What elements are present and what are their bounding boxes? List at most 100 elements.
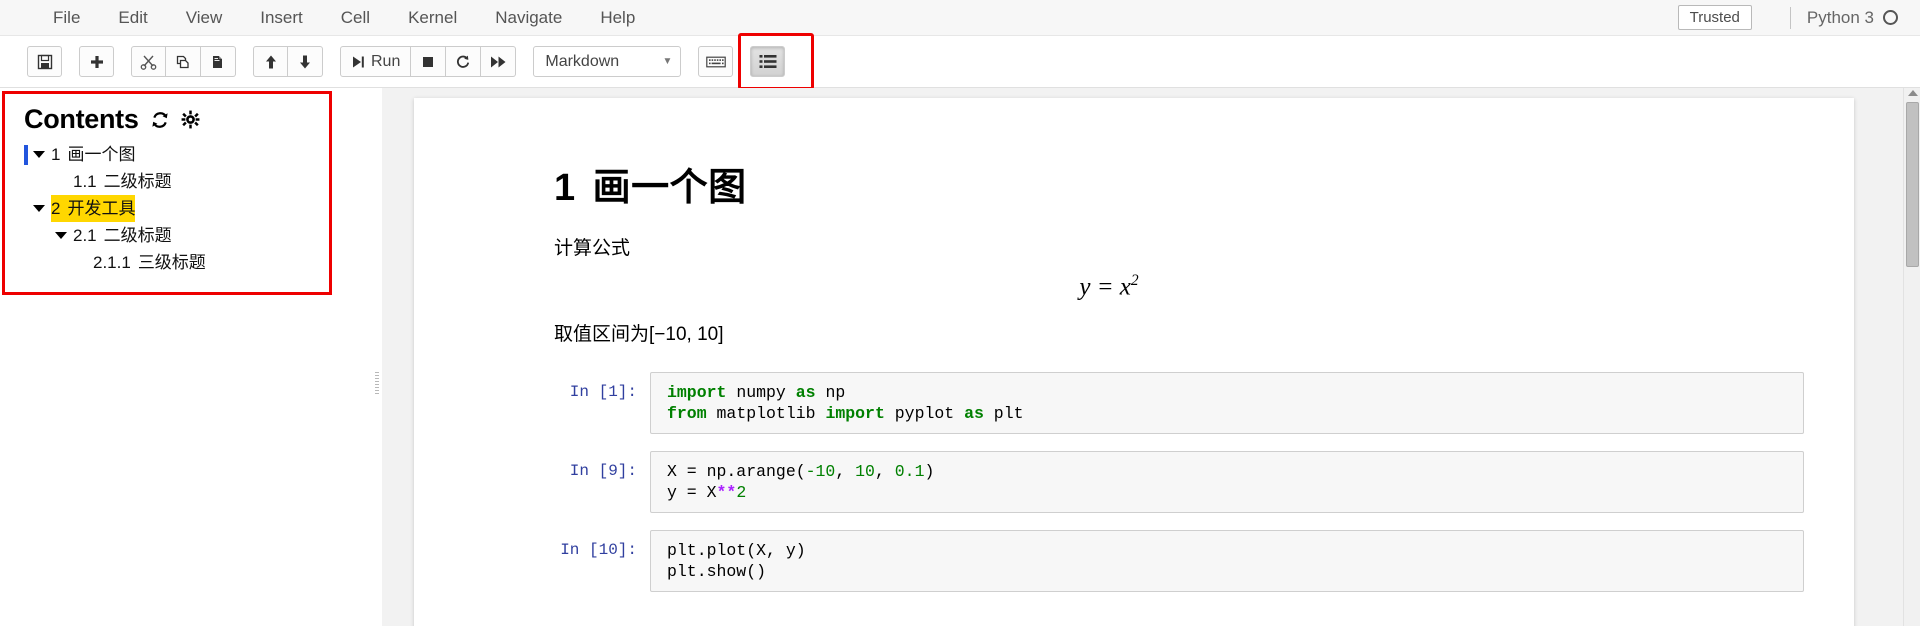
markdown-paragraph-2: 取值区间为[−10, 10] [554, 324, 724, 346]
code-token: matplotlib [706, 404, 826, 424]
gear-icon[interactable] [181, 110, 200, 129]
markdown-heading-1: 1 画一个图 [554, 156, 1804, 211]
run-icon [351, 55, 366, 69]
code-token: 10 [855, 462, 875, 482]
cell-source-code[interactable]: X = np.arange(-10, 10, 0.1) y = X**2 [667, 461, 1797, 503]
cell-gutter [651, 540, 667, 582]
command-palette-button[interactable] [698, 46, 734, 77]
save-button[interactable] [27, 46, 62, 77]
toc-item-number: 2.1.1 [93, 253, 131, 272]
cell-input-area[interactable]: X = np.arange(-10, 10, 0.1) y = X**2 [650, 451, 1804, 514]
toc-item-number: 1.1 [73, 172, 97, 191]
code-token: as [964, 404, 984, 424]
caret-down-icon[interactable] [55, 232, 67, 239]
code-line: from matplotlib import pyplot as plt [667, 403, 1797, 424]
code-cell[interactable]: In [10]: plt.plot(X, y) plt.show() [554, 530, 1804, 593]
code-token: 2 [736, 483, 747, 503]
kernel-idle-icon[interactable] [1883, 10, 1898, 25]
cell-source-code[interactable]: plt.plot(X, y) plt.show() [667, 540, 1797, 582]
toc-item-label: 2 开发工具 [51, 195, 136, 222]
toc-item-number: 1 [51, 145, 61, 164]
notebook-content: 1 画一个图 计算公式 y = x2 取值区间为[−10, 10] In [1]:… [414, 98, 1854, 593]
code-token: import [825, 404, 885, 424]
cell-input-area[interactable]: plt.plot(X, y) plt.show() [650, 530, 1804, 593]
code-token: plt.plot(X, y) [667, 541, 806, 561]
floppy-save-icon [37, 54, 53, 70]
menu-divider [1789, 6, 1791, 29]
code-line: plt.show() [667, 561, 1797, 582]
cell-execution-prompt: In [10]: [560, 541, 637, 560]
keyboard-icon [706, 55, 726, 69]
toc-header: Contents [5, 94, 329, 137]
restart-run-all-button[interactable] [481, 46, 517, 77]
scrollbar-thumb[interactable] [1906, 102, 1919, 267]
run-button[interactable]: Run [340, 46, 412, 77]
menu-item-help[interactable]: Help [581, 0, 654, 35]
copy-icon [175, 54, 191, 70]
chevron-down-icon: ▼ [662, 56, 673, 67]
toc-item-label: 2.1 二级标题 [73, 222, 172, 249]
scroll-up-arrow-icon[interactable] [1908, 90, 1918, 96]
toc-item-1[interactable]: 1 画一个图 [24, 141, 329, 168]
cell-type-select[interactable]: Markdown ▼ [533, 46, 682, 77]
copy-button[interactable] [166, 46, 201, 77]
run-button-label: Run [371, 52, 401, 70]
menu-bar-right: Trusted Python 3 [1677, 0, 1920, 35]
paste-icon [210, 54, 226, 70]
caret-down-icon[interactable] [33, 205, 45, 212]
cell-gutter [651, 461, 667, 503]
code-token: 0.1 [894, 462, 925, 482]
interrupt-kernel-button[interactable] [411, 46, 447, 77]
code-token: numpy [726, 383, 796, 403]
toc-active-marker [24, 199, 28, 219]
code-cell[interactable]: In [1]: import numpy as np from matplotlib… [554, 372, 1804, 435]
refresh-icon[interactable] [150, 110, 170, 130]
trusted-badge[interactable]: Trusted [1677, 5, 1752, 30]
toolbar-group-run: Run [340, 46, 517, 77]
stop-square-icon [420, 54, 436, 70]
menu-bar: File Edit View Insert Cell Kernel Navigate Help… [0, 0, 1920, 36]
insert-cell-below-button[interactable] [79, 46, 114, 77]
cell-execution-prompt: In [1]: [569, 383, 637, 402]
toc-list: 1 画一个图 1.1 二级标题 2 开发工具 2.1 二级标题 2.1.1 三级标题 [5, 137, 329, 276]
toolbar-group-clipboard [131, 46, 236, 77]
toc-item-2-1-1[interactable]: 2.1.1 三级标题 [24, 249, 329, 276]
restart-circle-icon [455, 54, 471, 70]
toolbar-group-save [27, 46, 62, 77]
menu-item-insert[interactable]: Insert [241, 0, 322, 35]
cell-type-value: Markdown [545, 52, 620, 70]
toc-item-2[interactable]: 2 开发工具 [24, 195, 329, 222]
cut-button[interactable] [131, 46, 166, 77]
arrow-up-icon [263, 54, 279, 70]
move-cell-down-button[interactable] [288, 46, 323, 77]
sidebar-splitter[interactable] [372, 88, 382, 626]
paste-button[interactable] [201, 46, 236, 77]
menu-item-kernel[interactable]: Kernel [389, 0, 476, 35]
code-token: , [874, 462, 895, 482]
toc-item-1-1[interactable]: 1.1 二级标题 [24, 168, 329, 195]
code-cells-container: In [1]: import numpy as np from matplotlib… [554, 372, 1804, 593]
menu-item-edit[interactable]: Edit [99, 0, 166, 35]
menu-item-file[interactable]: File [34, 0, 99, 35]
code-token: pyplot [884, 404, 965, 424]
move-cell-up-button[interactable] [253, 46, 288, 77]
toc-red-highlight-box: Contents 1 画一个图 1.1 二级标题 2 开发工具 2.1 二级标题… [2, 91, 332, 295]
vertical-scrollbar[interactable] [1903, 88, 1920, 626]
toc-item-2-1[interactable]: 2.1 二级标题 [24, 222, 329, 249]
cell-source-code[interactable]: import numpy as np from matplotlib import… [667, 382, 1797, 424]
menu-item-navigate[interactable]: Navigate [476, 0, 581, 35]
toc-toggle-highlight-wrapper [738, 33, 815, 90]
menu-item-view[interactable]: View [167, 0, 242, 35]
toc-item-text: 开发工具 [67, 199, 136, 218]
restart-kernel-button[interactable] [446, 46, 482, 77]
caret-down-icon[interactable] [33, 151, 45, 158]
code-line: y = X**2 [667, 482, 1797, 503]
menu-item-cell[interactable]: Cell [322, 0, 389, 35]
code-token: ** [716, 483, 737, 503]
code-token: import [667, 383, 727, 403]
code-cell[interactable]: In [9]: X = np.arange(-10, 10, 0.1) y = X*… [554, 451, 1804, 514]
cell-input-area[interactable]: import numpy as np from matplotlib import… [650, 372, 1804, 435]
toc-item-number: 2 [51, 199, 61, 218]
toc-toggle-button[interactable] [750, 46, 786, 77]
toolbar-group-toc [750, 46, 786, 77]
